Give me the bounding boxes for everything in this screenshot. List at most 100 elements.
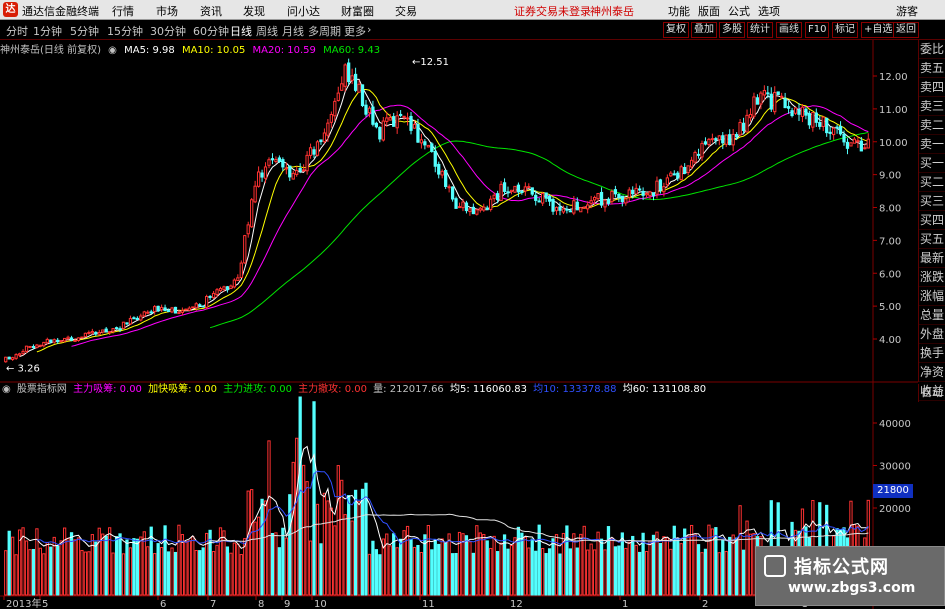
volume-bar bbox=[108, 527, 112, 596]
volume-bar bbox=[128, 547, 133, 596]
menu-gongneng[interactable]: 功能 bbox=[668, 3, 690, 19]
guest-label[interactable]: 游客 bbox=[896, 3, 918, 19]
candle-body bbox=[537, 200, 541, 203]
panel-change-pct[interactable]: 涨幅 bbox=[919, 287, 945, 306]
volume-bar bbox=[534, 550, 538, 596]
period-60min[interactable]: 60分钟 bbox=[193, 23, 229, 39]
kline-chart[interactable]: 12.00 11.00 10.00 9.00 8.00 7.00 6.00 5.00 4.00 4… bbox=[0, 40, 918, 609]
period-1min[interactable]: 1分钟 bbox=[33, 23, 62, 39]
period-weekly[interactable]: 周线 bbox=[256, 23, 278, 39]
panel-sell1[interactable]: 卖一 bbox=[919, 135, 945, 154]
volume-bar bbox=[184, 540, 188, 596]
panel-volume[interactable]: 总量 bbox=[919, 306, 945, 325]
volume-bar bbox=[416, 544, 420, 596]
fuquan-button[interactable]: 复权 bbox=[663, 22, 689, 38]
menu-xuanxiang[interactable]: 选项 bbox=[758, 3, 780, 19]
volume-bar bbox=[267, 440, 271, 596]
biaoji-button[interactable]: 标记 bbox=[832, 22, 858, 38]
volume-bar bbox=[76, 537, 81, 596]
candle-body bbox=[59, 340, 63, 343]
panel-outer[interactable]: 外盘 bbox=[919, 325, 945, 344]
menu-hangqing[interactable]: 行情 bbox=[112, 3, 134, 19]
back-button[interactable]: 返回 bbox=[893, 22, 919, 38]
volume-bar bbox=[42, 553, 46, 596]
auto-button[interactable]: 自动 bbox=[918, 384, 945, 402]
date-tick-label: 1 bbox=[622, 599, 628, 609]
candle-body bbox=[256, 171, 261, 187]
volume-bar bbox=[49, 546, 53, 596]
tongji-button[interactable]: 统计 bbox=[747, 22, 773, 38]
panel-weibi[interactable]: 委比 bbox=[919, 40, 945, 59]
panel-buy5[interactable]: 买五 bbox=[919, 230, 945, 249]
candle-body bbox=[506, 191, 510, 194]
candle-body bbox=[665, 177, 669, 186]
panel-net-assets[interactable]: 净资 bbox=[919, 363, 945, 382]
candle-body bbox=[797, 109, 801, 115]
panel-buy1[interactable]: 买一 bbox=[919, 154, 945, 173]
candle-body bbox=[807, 113, 812, 126]
period-daily[interactable]: 日线 bbox=[230, 23, 252, 39]
period-30min[interactable]: 30分钟 bbox=[150, 23, 186, 39]
candle-body bbox=[398, 113, 403, 116]
volume-bar bbox=[111, 552, 115, 596]
volume-bar bbox=[159, 547, 164, 596]
period-fenshi[interactable]: 分时 bbox=[6, 23, 28, 39]
volume-bar bbox=[232, 542, 236, 596]
candle-body bbox=[696, 153, 701, 156]
menu-banmian[interactable]: 版面 bbox=[698, 3, 720, 19]
candle-body bbox=[554, 206, 559, 212]
date-tick-label: 5 bbox=[42, 599, 48, 609]
add-watchlist-button[interactable]: +自选 bbox=[861, 22, 896, 38]
menu-wenxiaoda[interactable]: 问小达 bbox=[287, 3, 320, 19]
candle-body bbox=[378, 126, 382, 140]
panel-sell3[interactable]: 卖三 bbox=[919, 97, 945, 116]
chevron-right-icon[interactable]: › bbox=[367, 23, 371, 36]
volume-bar bbox=[28, 549, 32, 596]
period-monthly[interactable]: 月线 bbox=[282, 23, 304, 39]
panel-sell4[interactable]: 卖四 bbox=[919, 78, 945, 97]
app-logo-icon: 达 bbox=[3, 2, 18, 17]
menu-shichang[interactable]: 市场 bbox=[156, 3, 178, 19]
diejia-button[interactable]: 叠加 bbox=[691, 22, 717, 38]
volume-bar bbox=[693, 533, 697, 596]
volume-bar bbox=[229, 552, 233, 596]
settings-icon[interactable]: ◉ bbox=[2, 384, 11, 395]
candle-body bbox=[620, 195, 624, 203]
volume-bar bbox=[586, 549, 590, 596]
volume-bar bbox=[603, 549, 607, 596]
panel-turnover[interactable]: 换手 bbox=[919, 344, 945, 363]
menu-zixun[interactable]: 资讯 bbox=[200, 3, 222, 19]
candle-body bbox=[541, 193, 545, 204]
f10-button[interactable]: F10 bbox=[805, 22, 830, 38]
volume-bar bbox=[658, 543, 663, 596]
candle-body bbox=[613, 189, 618, 195]
duogu-button[interactable]: 多股 bbox=[719, 22, 745, 38]
panel-buy3[interactable]: 买三 bbox=[919, 192, 945, 211]
panel-latest[interactable]: 最新 bbox=[919, 249, 945, 268]
volume-bar bbox=[360, 488, 365, 596]
period-15min[interactable]: 15分钟 bbox=[107, 23, 143, 39]
period-more[interactable]: 更多 bbox=[344, 23, 366, 39]
candle-body bbox=[374, 122, 379, 128]
candle-body bbox=[277, 157, 282, 162]
candle-body bbox=[502, 182, 507, 192]
login-warning[interactable]: 证券交易未登录 bbox=[514, 3, 591, 19]
menu-faxian[interactable]: 发现 bbox=[243, 3, 265, 19]
volume-bar bbox=[402, 530, 406, 596]
menu-gongshi[interactable]: 公式 bbox=[728, 3, 750, 19]
huaxian-button[interactable]: 画线 bbox=[776, 22, 802, 38]
period-5min[interactable]: 5分钟 bbox=[70, 23, 99, 39]
panel-change[interactable]: 涨跌 bbox=[919, 268, 945, 287]
candle-body bbox=[260, 172, 264, 178]
menu-caifuquan[interactable]: 财富圈 bbox=[341, 3, 374, 19]
volume-bar bbox=[395, 547, 399, 596]
period-multi[interactable]: 多周期 bbox=[308, 23, 341, 39]
volume-bar bbox=[464, 535, 469, 596]
panel-buy4[interactable]: 买四 bbox=[919, 211, 945, 230]
panel-sell2[interactable]: 卖二 bbox=[919, 116, 945, 135]
panel-buy2[interactable]: 买二 bbox=[919, 173, 945, 192]
candle-body bbox=[38, 344, 43, 347]
menu-jiaoyi[interactable]: 交易 bbox=[395, 3, 417, 19]
settings-icon[interactable]: ◉ bbox=[108, 45, 117, 56]
panel-sell5[interactable]: 卖五 bbox=[919, 59, 945, 78]
